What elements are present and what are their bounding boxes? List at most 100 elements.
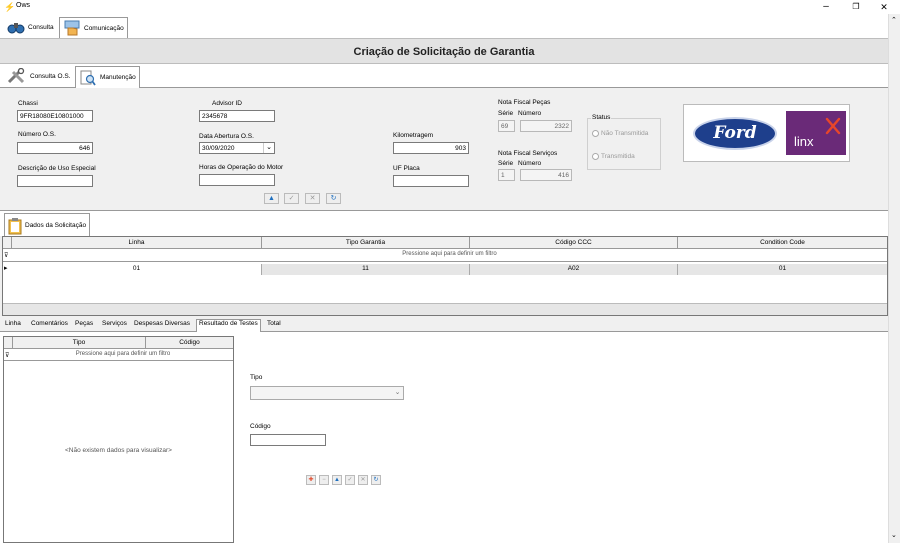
refresh-button[interactable]: ↻ bbox=[326, 193, 341, 204]
page-title: Criação de Solicitação de Garantia bbox=[353, 46, 535, 58]
tab-linha[interactable]: Linha bbox=[5, 320, 21, 327]
km-input[interactable]: 903 bbox=[393, 142, 469, 154]
refresh-test-button[interactable]: ↻ bbox=[371, 475, 381, 485]
tab-consulta-label: Consulta bbox=[28, 23, 54, 31]
tipo-label: Tipo bbox=[250, 374, 263, 381]
horas-label: Horas de Operação do Motor bbox=[199, 164, 284, 171]
numero-os-label: Número O.S. bbox=[18, 131, 56, 138]
scroll-up-icon[interactable]: ⌃ bbox=[891, 16, 897, 24]
grid-footer bbox=[3, 303, 887, 315]
title-bar: ⚡ Ows – ❐ ✕ bbox=[0, 0, 900, 14]
tab-resultado-testes[interactable]: Resultado de Testes bbox=[196, 319, 261, 332]
window-title: Ows bbox=[16, 2, 30, 9]
radio-nao-transmitida-label: Não Transmitida bbox=[601, 130, 649, 137]
tab-consulta-os[interactable]: Consulta O.S. bbox=[4, 66, 73, 86]
document-magnifier-icon bbox=[80, 70, 96, 86]
grid-header-condition-code[interactable]: Condition Code bbox=[678, 237, 887, 249]
add-button[interactable]: ✚ bbox=[306, 475, 316, 485]
confirm-test-button[interactable]: ✓ bbox=[345, 475, 355, 485]
data-abertura-picker[interactable]: 30/09/2020 ⌄ bbox=[199, 142, 275, 154]
confirm-button[interactable]: ✓ bbox=[284, 193, 299, 204]
tab-consulta-os-label: Consulta O.S. bbox=[30, 72, 71, 80]
linx-x-mark-icon bbox=[825, 117, 841, 135]
grid-cell-linha: 01 bbox=[12, 264, 262, 275]
test-results-grid: Tipo Código ⊽ Pressione aqui para defini… bbox=[3, 336, 234, 543]
grid-header-codigo[interactable]: Código bbox=[146, 337, 233, 349]
tab-consulta[interactable]: Consulta bbox=[4, 17, 57, 37]
triangle-up-icon: ▲ bbox=[268, 195, 275, 202]
tab-comentarios[interactable]: Comentários bbox=[31, 320, 68, 327]
radio-nao-transmitida[interactable]: Não Transmitida bbox=[592, 130, 648, 137]
minus-icon: − bbox=[322, 477, 326, 483]
tab-comunicacao[interactable]: Comunicação bbox=[59, 17, 128, 38]
chassi-input[interactable]: 9FR18080E10801000 bbox=[17, 110, 93, 122]
bottom-tab-strip: Linha Comentários Peças Serviços Despesa… bbox=[0, 318, 888, 332]
grid-header-codigo-ccc[interactable]: Código CCC bbox=[470, 237, 678, 249]
cancel-test-button[interactable]: ✕ bbox=[358, 475, 368, 485]
move-up-button[interactable]: ▲ bbox=[332, 475, 342, 485]
radio-transmitida[interactable]: Transmitida bbox=[592, 153, 635, 160]
nf-servicos-numero-input[interactable]: 416 bbox=[520, 169, 572, 181]
nf-pecas-numero-label: Número bbox=[518, 110, 542, 117]
tab-total[interactable]: Total bbox=[267, 320, 281, 327]
tipo-select[interactable]: ⌄ bbox=[250, 386, 404, 400]
check-icon: ✓ bbox=[288, 195, 295, 202]
scroll-down-icon[interactable]: ⌄ bbox=[891, 531, 897, 539]
status-label: Status bbox=[591, 114, 612, 121]
filter-icon: ⊽ bbox=[4, 253, 9, 259]
row-pointer-icon: ▸ bbox=[4, 265, 8, 272]
codigo-input[interactable] bbox=[250, 434, 326, 446]
radio-circle bbox=[592, 153, 599, 160]
hand-icon bbox=[64, 20, 80, 36]
grid-filter-row[interactable]: ⊽ Pressione aqui para definir um filtro bbox=[4, 349, 233, 361]
tab-manutencao[interactable]: Manutenção bbox=[75, 66, 140, 88]
nf-pecas-numero-input[interactable]: 2322 bbox=[520, 120, 572, 132]
vertical-scrollbar[interactable]: ⌃ ⌄ bbox=[888, 14, 900, 543]
uf-input[interactable] bbox=[393, 175, 469, 187]
nf-pecas-serie-input[interactable]: 69 bbox=[498, 120, 515, 132]
grid-filter-row[interactable]: ⊽ Pressione aqui para definir um filtro bbox=[3, 249, 887, 262]
grid-cell-tipo-garantia: 11 bbox=[262, 264, 470, 275]
x-icon: ✕ bbox=[309, 195, 316, 202]
advisor-label: Advisor ID bbox=[212, 100, 242, 107]
grid-filter-text: Pressione aqui para definir um filtro bbox=[75, 351, 171, 357]
grid-header-tipo[interactable]: Tipo bbox=[13, 337, 146, 349]
tools-icon bbox=[7, 68, 25, 84]
chevron-down-icon[interactable]: ⌄ bbox=[263, 143, 274, 153]
numero-os-input[interactable]: 646 bbox=[17, 142, 93, 154]
top-toolbar: Consulta Comunicação bbox=[0, 14, 900, 38]
uf-label: UF Placa bbox=[393, 165, 420, 172]
radio-circle bbox=[592, 130, 599, 137]
grid-header-tipo-garantia[interactable]: Tipo Garantia bbox=[262, 237, 470, 249]
nf-pecas-label: Nota Fiscal Peças bbox=[498, 99, 551, 106]
clipboard-icon bbox=[8, 217, 22, 234]
tab-pecas[interactable]: Peças bbox=[75, 320, 93, 327]
descricao-input[interactable] bbox=[17, 175, 93, 187]
nf-servicos-serie-label: Série bbox=[498, 160, 514, 167]
cancel-button[interactable]: ✕ bbox=[305, 193, 320, 204]
grid-corner bbox=[3, 237, 12, 249]
page-header: Criação de Solicitação de Garantia bbox=[0, 38, 888, 64]
grid-header-linha[interactable]: Linha bbox=[12, 237, 262, 249]
solicitacao-grid: Linha Tipo Garantia Código CCC Condition… bbox=[2, 236, 888, 316]
minimize-button[interactable]: – bbox=[812, 0, 840, 14]
nf-servicos-serie-input[interactable]: 1 bbox=[498, 169, 515, 181]
chevron-down-icon: ⌄ bbox=[394, 389, 401, 396]
tab-servicos[interactable]: Serviços bbox=[102, 320, 127, 327]
linx-logo-text: linx bbox=[794, 134, 814, 149]
nav-up-button[interactable]: ▲ bbox=[264, 193, 279, 204]
empty-grid-message: <Não existem dados para visualizar> bbox=[65, 447, 172, 454]
horas-input[interactable] bbox=[199, 174, 275, 186]
app-icon: ⚡ bbox=[4, 2, 16, 12]
tab-despesas-diversas[interactable]: Despesas Diversas bbox=[134, 320, 190, 327]
table-row[interactable]: ▸ 01 11 A02 01 bbox=[3, 264, 887, 275]
restore-button[interactable]: ❐ bbox=[842, 0, 870, 14]
data-abertura-value: 30/09/2020 bbox=[202, 145, 235, 152]
nf-servicos-label: Nota Fiscal Serviços bbox=[498, 150, 558, 157]
grid-corner bbox=[4, 337, 13, 349]
advisor-input[interactable]: 2345678 bbox=[199, 110, 275, 122]
tab-dados-solicitacao[interactable]: Dados da Solicitação bbox=[4, 213, 91, 237]
close-button[interactable]: ✕ bbox=[870, 0, 898, 14]
filter-icon: ⊽ bbox=[5, 353, 10, 359]
remove-button[interactable]: − bbox=[319, 475, 329, 485]
